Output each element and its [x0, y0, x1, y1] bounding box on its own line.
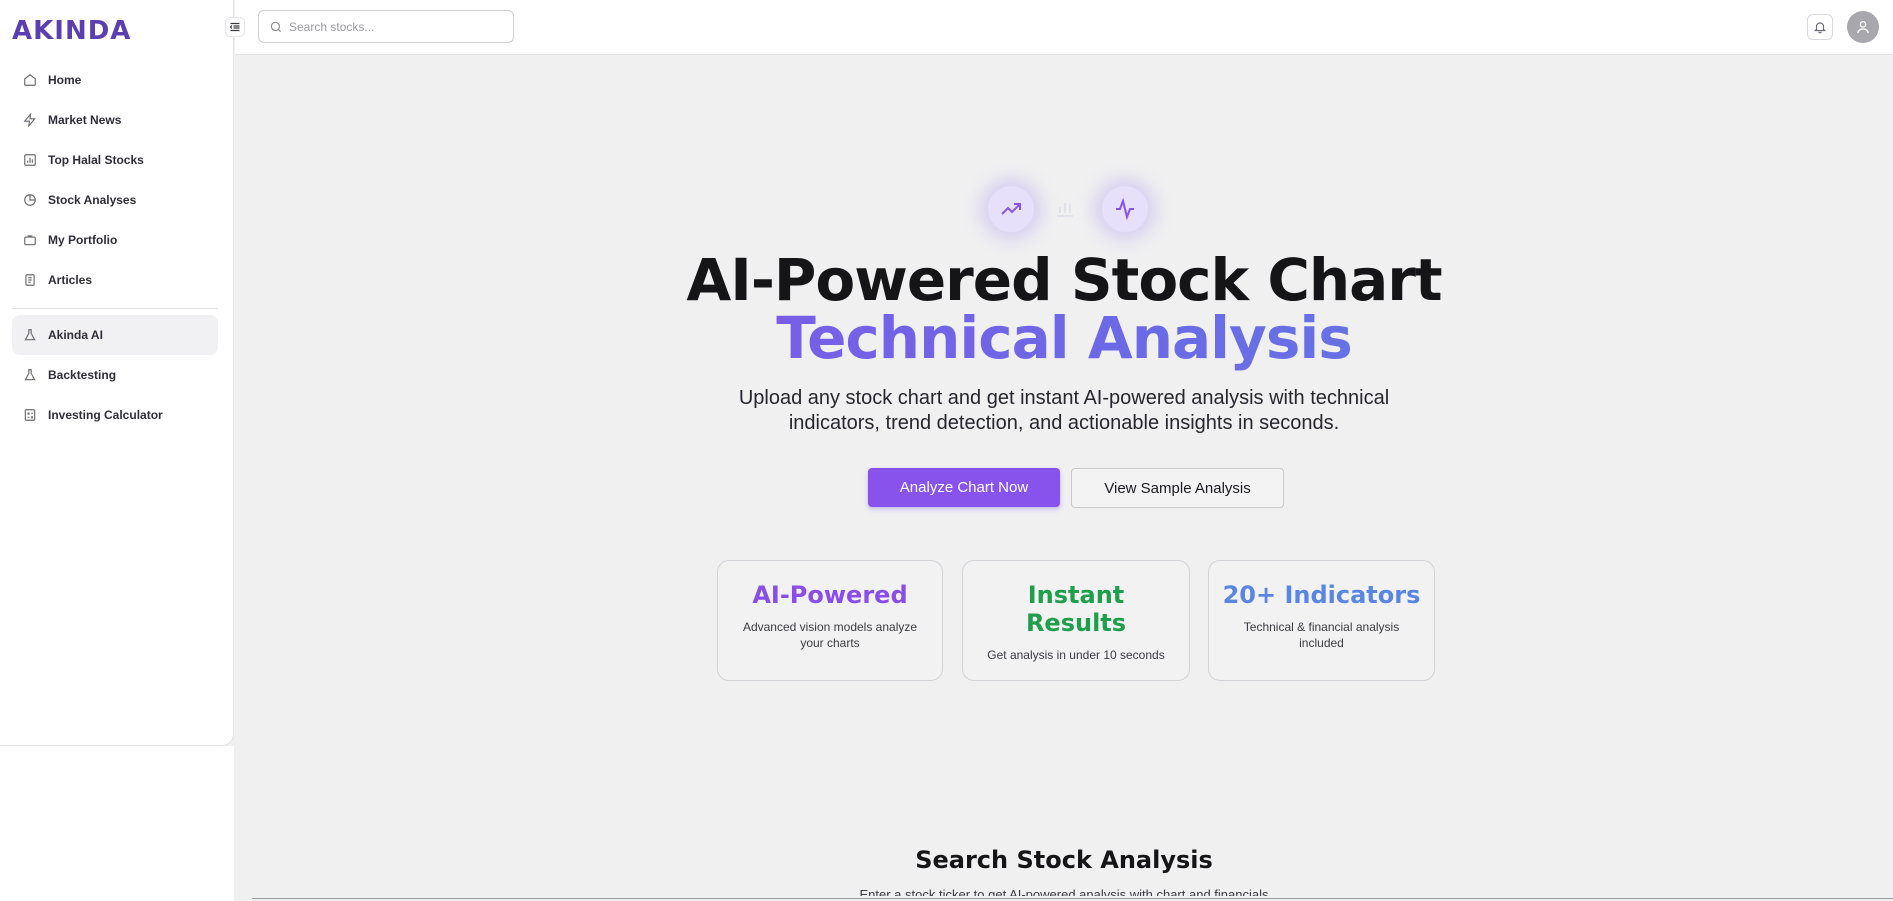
- feature-card-title: 20+ Indicators: [1222, 581, 1421, 609]
- home-icon: [22, 72, 38, 88]
- lightning-icon: [22, 112, 38, 128]
- akinda-logo[interactable]: AKINDA: [12, 16, 131, 46]
- feature-card-instant-results: Instant Results Get analysis in under 10…: [962, 560, 1190, 681]
- sidebar-item-label: Investing Calculator: [48, 408, 163, 422]
- top-header: [235, 0, 1893, 55]
- hero-icon-group: [988, 179, 1158, 239]
- sidebar-item-home[interactable]: Home: [12, 60, 218, 100]
- sidebar-item-label: Top Halal Stocks: [48, 153, 144, 167]
- notifications-button[interactable]: [1807, 14, 1833, 40]
- hero-subtitle: Upload any stock chart and get instant A…: [738, 387, 1390, 434]
- feature-card-desc: Advanced vision models analyze your char…: [742, 620, 918, 650]
- sidebar-nav: Home Market News Top Halal Stocks Stock …: [12, 60, 218, 435]
- feature-card-desc: Get analysis in under 10 seconds: [987, 648, 1165, 662]
- main-content: AI-Powered Stock Chart Technical Analysi…: [235, 56, 1893, 901]
- sidebar-item-label: Akinda AI: [48, 328, 103, 342]
- sidebar-item-articles[interactable]: Articles: [12, 260, 218, 300]
- bar-chart-icon: [1050, 193, 1080, 223]
- sidebar-background: [0, 746, 234, 901]
- search-input[interactable]: [289, 19, 499, 34]
- feature-card-indicators: 20+ Indicators Technical & financial ana…: [1208, 560, 1435, 681]
- sidebar-item-label: Articles: [48, 273, 93, 287]
- sidebar-item-label: Backtesting: [48, 368, 117, 382]
- sidebar-divider: [12, 308, 218, 309]
- feature-card-desc: Technical & financial analysis included: [1243, 620, 1400, 650]
- sidebar-item-label: Home: [48, 73, 82, 87]
- pie-chart-icon: [22, 192, 38, 208]
- feature-card-title: AI-Powered: [752, 581, 908, 609]
- flask-icon: [22, 327, 38, 343]
- flask-icon: [22, 367, 38, 383]
- sidebar-item-backtesting[interactable]: Backtesting: [12, 355, 218, 395]
- sidebar-item-akinda-ai[interactable]: Akinda AI: [12, 315, 218, 355]
- sidebar-item-my-portfolio[interactable]: My Portfolio: [12, 220, 218, 260]
- sidebar-item-label: Stock Analyses: [48, 193, 137, 207]
- sidebar-item-market-news[interactable]: Market News: [12, 100, 218, 140]
- bell-icon: [1813, 22, 1827, 34]
- feature-card-title: Instant Results: [1025, 581, 1127, 637]
- search-section-title: Search Stock Analysis: [915, 846, 1213, 874]
- search-icon: [270, 21, 282, 32]
- sidebar: AKINDA Home Market News Top Halal Stocks…: [0, 0, 234, 746]
- document-icon: [22, 272, 38, 288]
- view-sample-analysis-button[interactable]: View Sample Analysis: [1071, 468, 1284, 508]
- menu-collapse-icon: [229, 22, 240, 32]
- search-bar[interactable]: [258, 10, 514, 43]
- user-icon: [1857, 21, 1869, 34]
- calculator-icon: [22, 407, 38, 423]
- search-section-subtitle: Enter a stock ticker to get AI-powered a…: [859, 887, 1269, 896]
- sidebar-item-label: Market News: [48, 113, 122, 127]
- feature-card-ai-powered: AI-Powered Advanced vision models analyz…: [717, 560, 943, 681]
- scroll-divider: [252, 898, 1893, 899]
- briefcase-icon: [22, 232, 38, 248]
- hero-title-highlight: Technical Analysis: [235, 304, 1893, 372]
- analyze-chart-button[interactable]: Analyze Chart Now: [868, 468, 1060, 507]
- sidebar-item-label: My Portfolio: [48, 233, 118, 247]
- sidebar-item-top-halal-stocks[interactable]: Top Halal Stocks: [12, 140, 218, 180]
- trending-up-icon: [988, 186, 1034, 232]
- activity-icon: [1102, 186, 1148, 232]
- sidebar-collapse-button[interactable]: [225, 17, 245, 37]
- sidebar-item-stock-analyses[interactable]: Stock Analyses: [12, 180, 218, 220]
- sidebar-item-investing-calculator[interactable]: Investing Calculator: [12, 395, 218, 435]
- user-avatar-button[interactable]: [1847, 11, 1879, 43]
- bar-chart-icon: [22, 152, 38, 168]
